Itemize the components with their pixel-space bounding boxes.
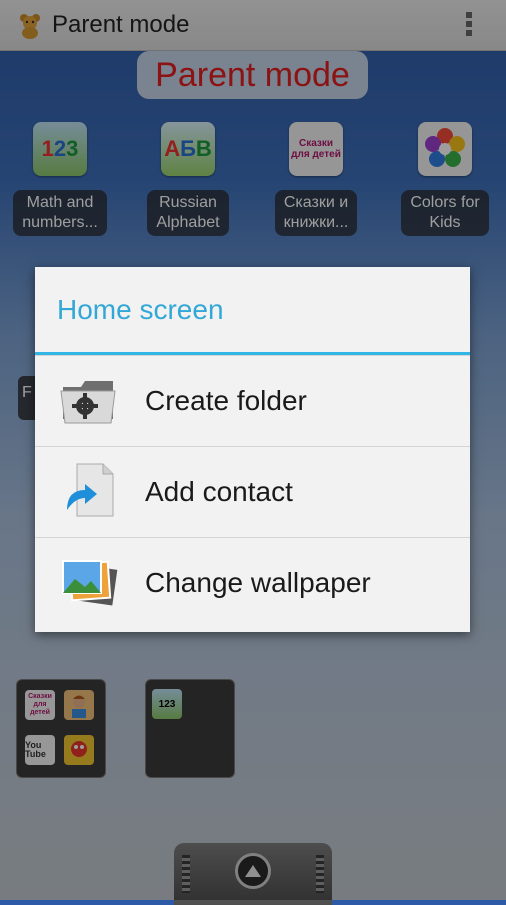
menu-item-label: Change wallpaper [145, 567, 371, 598]
menu-item-label: Add contact [145, 476, 293, 507]
add-contact-item[interactable]: Add contact [35, 446, 470, 537]
menu-item-label: Create folder [145, 385, 307, 416]
dialog-title: Home screen [35, 267, 470, 355]
wallpaper-photos-icon [57, 551, 121, 615]
home-screen-dialog: Home screen Create folder Add contact Ch… [35, 267, 470, 632]
create-folder-item[interactable]: Create folder [35, 355, 470, 446]
change-wallpaper-item[interactable]: Change wallpaper [35, 537, 470, 628]
contact-shortcut-icon [57, 460, 121, 524]
folder-gear-icon [57, 369, 121, 433]
